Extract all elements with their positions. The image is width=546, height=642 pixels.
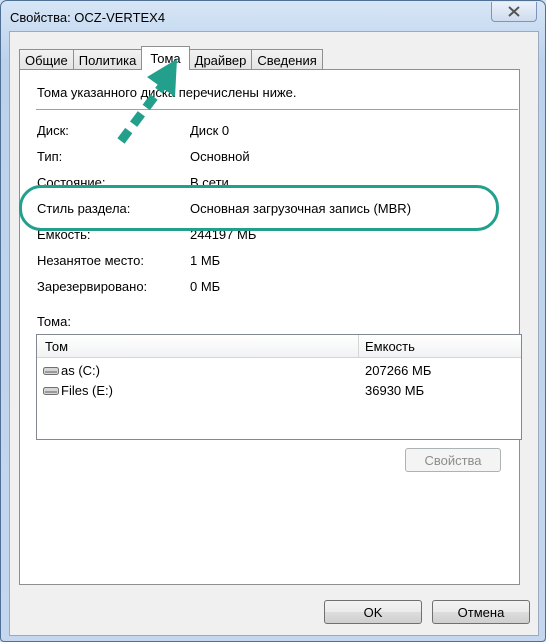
volumes-label: Тома: bbox=[37, 314, 71, 329]
volume-properties-button[interactable]: Свойства bbox=[405, 448, 501, 472]
column-divider[interactable] bbox=[358, 335, 359, 357]
tab-driver[interactable]: Драйвер bbox=[188, 49, 253, 70]
list-item[interactable]: Files (E:) 36930 МБ bbox=[37, 381, 521, 401]
tab-general[interactable]: Общие bbox=[19, 49, 74, 70]
cancel-button[interactable]: Отмена bbox=[432, 600, 530, 624]
property-label: Зарезервировано: bbox=[37, 279, 148, 294]
volume-name: as (C:) bbox=[61, 363, 100, 378]
property-value: Диск 0 bbox=[190, 123, 230, 138]
volumes-list[interactable]: Том Емкость as (C:) 207266 МБ Files (E:) bbox=[36, 334, 522, 440]
properties-dialog: Свойства: OCZ-VERTEX4 Общие Политика Том… bbox=[0, 0, 546, 642]
property-value: 244197 МБ bbox=[190, 227, 257, 242]
property-value: Основная загрузочная запись (MBR) bbox=[190, 201, 412, 216]
column-header-capacity[interactable]: Емкость bbox=[365, 339, 415, 354]
annotation-arrow-icon bbox=[117, 59, 177, 144]
property-value: В сети bbox=[190, 175, 229, 190]
ok-button[interactable]: OK bbox=[324, 600, 422, 624]
volume-capacity: 207266 МБ bbox=[365, 363, 432, 378]
list-item[interactable]: as (C:) 207266 МБ bbox=[37, 361, 521, 381]
property-label: Незанятое место: bbox=[37, 253, 144, 268]
property-label: Емкость: bbox=[37, 227, 91, 242]
volumes-panel bbox=[19, 69, 520, 585]
volume-name: Files (E:) bbox=[61, 383, 113, 398]
column-header-volume[interactable]: Том bbox=[45, 339, 68, 354]
volume-capacity: 36930 МБ bbox=[365, 383, 425, 398]
property-value: Основной bbox=[190, 149, 250, 164]
property-label: Стиль раздела: bbox=[37, 201, 131, 216]
property-value: 0 МБ bbox=[190, 279, 221, 294]
close-button[interactable] bbox=[491, 2, 537, 22]
drive-icon bbox=[43, 386, 59, 395]
property-label: Состояние: bbox=[37, 175, 106, 190]
drive-icon bbox=[43, 366, 59, 375]
tab-details[interactable]: Сведения bbox=[251, 49, 323, 70]
property-value: 1 МБ bbox=[190, 253, 221, 268]
close-icon bbox=[508, 6, 520, 17]
list-header: Том Емкость bbox=[37, 335, 521, 358]
window-title: Свойства: OCZ-VERTEX4 bbox=[10, 10, 166, 25]
